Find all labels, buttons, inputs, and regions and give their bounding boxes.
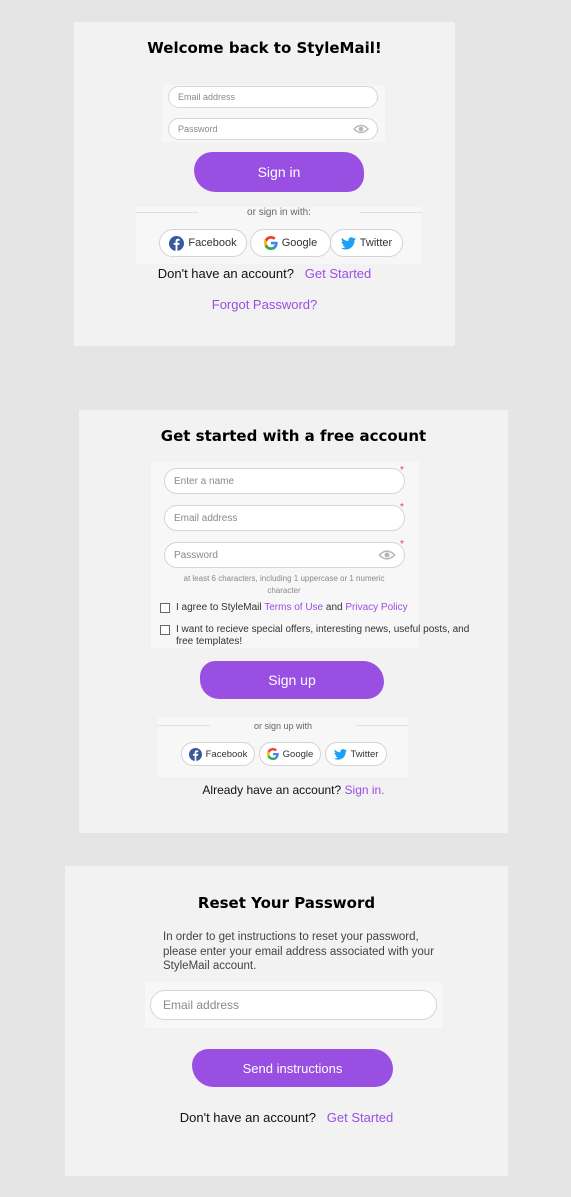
reset-no-account-text: Don't have an account? <box>179 1110 316 1125</box>
terms-checkbox[interactable] <box>160 603 170 613</box>
eye-icon[interactable] <box>378 550 396 561</box>
password-hint: at least 6 characters, including 1 upper… <box>183 574 385 595</box>
twitter-icon <box>333 748 347 760</box>
required-marker: * <box>400 539 404 550</box>
forgot-password-link[interactable]: Forgot Password? <box>74 297 455 312</box>
signin-google-button[interactable]: Google <box>250 229 331 257</box>
signin-card: Welcome back to StyleMail! Email address… <box>74 22 455 346</box>
google-icon <box>263 236 278 250</box>
signup-have-account-line: Already have an account? Sign in. <box>79 783 508 797</box>
signup-email-field[interactable]: Email address <box>164 505 405 531</box>
signup-card: Get started with a free account Enter a … <box>79 410 508 833</box>
signup-email-placeholder: Email address <box>174 512 238 524</box>
signin-get-started-link[interactable]: Get Started <box>305 266 371 281</box>
reset-email-placeholder: Email address <box>163 998 240 1012</box>
signin-social-panel: or sign in with: Facebook Google Twitter <box>136 207 422 264</box>
signup-twitter-button[interactable]: Twitter <box>325 742 387 766</box>
terms-and: and <box>325 602 343 613</box>
signup-button[interactable]: Sign up <box>200 661 384 699</box>
signin-no-account-line: Don't have an account? Get Started <box>74 266 455 281</box>
offers-text: I want to recieve special offers, intere… <box>176 624 470 647</box>
twitter-icon <box>340 236 356 249</box>
terms-of-use-link[interactable]: Terms of Use <box>264 602 323 613</box>
signup-name-placeholder: Enter a name <box>174 475 235 487</box>
facebook-icon <box>188 747 202 761</box>
google-label: Google <box>282 748 314 760</box>
twitter-label: Twitter <box>359 237 393 249</box>
privacy-policy-link[interactable]: Privacy Policy <box>345 602 407 613</box>
signup-password-placeholder: Password <box>174 549 218 561</box>
signup-facebook-button[interactable]: Facebook <box>181 742 255 766</box>
reset-description: In order to get instructions to reset yo… <box>163 931 435 972</box>
signin-no-account-text: Don't have an account? <box>157 266 294 281</box>
required-marker: * <box>400 502 404 513</box>
signin-title: Welcome back to StyleMail! <box>147 39 382 57</box>
signup-have-account-text: Already have an account? <box>202 783 342 797</box>
required-marker: * <box>400 465 404 476</box>
signup-title: Get started with a free account <box>160 427 427 445</box>
signup-name-field[interactable]: Enter a name <box>164 468 405 494</box>
offers-checkbox[interactable] <box>160 625 170 635</box>
signin-divider-text: or sign in with: <box>247 207 311 218</box>
reset-email-field[interactable]: Email address <box>150 990 437 1020</box>
google-icon <box>266 748 279 760</box>
reset-no-account-line: Don't have an account? Get Started <box>65 1110 508 1125</box>
reset-password-card: Reset Your Password In order to get inst… <box>65 866 508 1176</box>
reset-get-started-link[interactable]: Get Started <box>327 1110 393 1125</box>
facebook-label: Facebook <box>188 237 237 249</box>
send-instructions-button[interactable]: Send instructions <box>192 1049 393 1087</box>
signup-form-panel: Enter a name * Email address * Password … <box>151 462 469 648</box>
signin-password-placeholder: Password <box>178 124 218 134</box>
terms-checkbox-row[interactable]: I agree to StyleMail Terms of Use and Pr… <box>160 602 420 614</box>
terms-prefix: I agree to StyleMail <box>176 602 262 613</box>
twitter-label: Twitter <box>350 748 379 760</box>
signup-signin-link[interactable]: Sign in. <box>345 783 385 797</box>
signup-divider-text: or sign up with <box>253 721 313 731</box>
signup-password-field[interactable]: Password <box>164 542 405 568</box>
offers-checkbox-row[interactable]: I want to recieve special offers, intere… <box>160 624 480 648</box>
reset-title: Reset Your Password <box>197 894 376 912</box>
signin-email-field[interactable]: Email address <box>168 86 378 108</box>
facebook-icon <box>169 235 185 251</box>
signin-email-placeholder: Email address <box>178 92 236 102</box>
signin-fields-panel: Email address Password <box>162 85 385 142</box>
facebook-label: Facebook <box>205 748 248 760</box>
eye-icon[interactable] <box>353 124 369 134</box>
signin-twitter-button[interactable]: Twitter <box>330 229 403 257</box>
signin-button[interactable]: Sign in <box>194 152 364 192</box>
signin-password-field[interactable]: Password <box>168 118 378 140</box>
signin-facebook-button[interactable]: Facebook <box>159 229 247 257</box>
signup-google-button[interactable]: Google <box>259 742 321 766</box>
reset-email-panel: Email address <box>145 982 442 1028</box>
signup-social-panel: or sign up with Facebook Google Twitter <box>158 717 408 777</box>
google-label: Google <box>281 237 318 249</box>
